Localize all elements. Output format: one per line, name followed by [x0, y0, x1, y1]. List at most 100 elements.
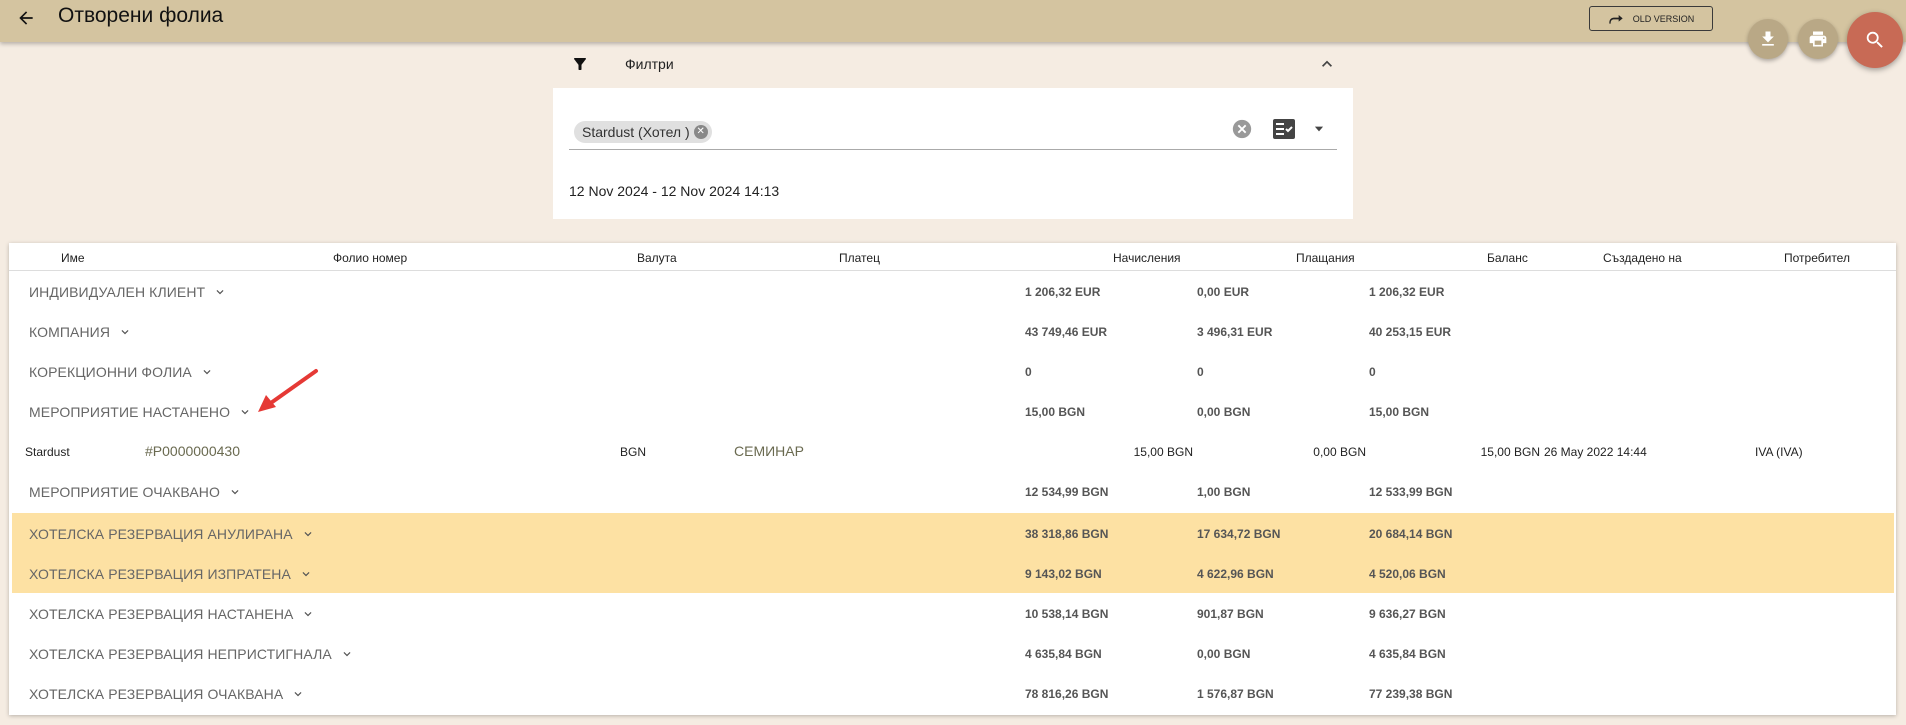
annotation-arrow-icon	[258, 369, 318, 412]
page-title: Отворени фолиа	[58, 4, 224, 27]
search-button[interactable]	[1847, 12, 1903, 68]
group-payments: 0,00 BGN	[1197, 647, 1251, 661]
group-charges: 4 635,84 BGN	[1025, 647, 1102, 661]
back-button[interactable]	[10, 2, 42, 34]
group-row-company[interactable]: КОМПАНИЯ 43 749,46 EUR 3 496,31 EUR 40 2…	[12, 311, 1894, 351]
group-label[interactable]: МЕРОПРИЯТИЕ ОЧАКВАНО	[29, 484, 242, 500]
column-header-folio-number[interactable]: Фолио номер	[333, 251, 407, 265]
group-balance: 4 520,06 BGN	[1369, 567, 1446, 581]
old-version-button[interactable]: OLD VERSION	[1589, 6, 1713, 31]
chevron-up-icon[interactable]	[1317, 54, 1337, 74]
group-payments: 3 496,31 EUR	[1197, 325, 1273, 339]
download-button[interactable]	[1748, 19, 1788, 59]
column-header-name[interactable]: Име	[61, 251, 85, 265]
old-version-label: OLD VERSION	[1632, 13, 1695, 24]
group-balance: 1 206,32 EUR	[1369, 285, 1445, 299]
group-row-event-expected[interactable]: МЕРОПРИЯТИЕ ОЧАКВАНО 12 534,99 BGN 1,00 …	[12, 471, 1894, 511]
filters-header[interactable]: Филтри	[553, 48, 1353, 80]
column-header-payer[interactable]: Платец	[839, 251, 880, 265]
group-payments: 1,00 BGN	[1197, 485, 1251, 499]
group-balance: 12 533,99 BGN	[1369, 485, 1453, 499]
filter-icon	[574, 58, 586, 70]
table-header: Име Фолио номер Валута Платец Начисления…	[9, 243, 1896, 271]
group-label[interactable]: МЕРОПРИЯТИЕ НАСТАНЕНО	[29, 404, 252, 420]
group-label[interactable]: КОРЕКЦИОННИ ФОЛИА	[29, 364, 214, 380]
column-header-payments[interactable]: Плащания	[1296, 251, 1355, 265]
chevron-down-icon	[216, 290, 224, 295]
folios-table: Име Фолио номер Валута Платец Начисления…	[9, 243, 1896, 715]
row-created-at: 26 May 2022 14:44	[1544, 445, 1647, 459]
group-charges: 78 816,26 BGN	[1025, 687, 1109, 701]
group-row-individual-client[interactable]: ИНДИВИДУАЛЕН КЛИЕНТ 1 206,32 EUR 0,00 EU…	[12, 271, 1894, 311]
column-header-created-at[interactable]: Създадено на	[1603, 251, 1682, 265]
folio-number-link[interactable]: #P0000000430	[145, 443, 240, 459]
group-label[interactable]: КОМПАНИЯ	[29, 324, 132, 340]
redo-arrow-icon	[1609, 14, 1623, 24]
group-balance: 15,00 BGN	[1369, 405, 1430, 419]
group-charges: 43 749,46 EUR	[1025, 325, 1108, 339]
group-balance: 40 253,15 EUR	[1369, 325, 1452, 339]
group-charges: 12 534,99 BGN	[1025, 485, 1109, 499]
group-balance: 77 239,38 BGN	[1369, 687, 1453, 701]
filter-panel: Stardust (Хотел ) ✕ 12 Nov 2024 - 12 Nov…	[553, 88, 1353, 219]
row-user: IVA (IVA)	[1755, 445, 1803, 459]
column-header-balance[interactable]: Баланс	[1487, 251, 1528, 265]
chevron-down-icon	[203, 370, 211, 375]
app-toolbar: Отворени фолиа OLD VERSION	[0, 0, 1906, 42]
group-payments: 4 622,96 BGN	[1197, 567, 1274, 581]
download-icon	[1762, 31, 1774, 46]
dropdown-arrow-icon[interactable]	[1312, 122, 1326, 136]
chevron-down-icon	[294, 692, 302, 697]
table-row[interactable]: Stardust #P0000000430 BGN СЕМИНАР 15,00 …	[12, 431, 1894, 471]
checklist-icon[interactable]	[1272, 118, 1296, 140]
group-label[interactable]: ИНДИВИДУАЛЕН КЛИЕНТ	[29, 284, 227, 300]
chevron-down-icon	[302, 572, 310, 577]
group-charges: 15,00 BGN	[1025, 405, 1086, 419]
row-payments: 0,00 BGN	[1313, 445, 1366, 459]
print-button[interactable]	[1798, 19, 1838, 59]
column-header-charges[interactable]: Начисления	[1113, 251, 1181, 265]
column-header-user[interactable]: Потребител	[1784, 251, 1850, 265]
chevron-down-icon	[121, 330, 129, 335]
group-balance: 4 635,84 BGN	[1369, 647, 1446, 661]
group-charges: 0	[1025, 365, 1032, 379]
group-payments: 901,87 BGN	[1197, 607, 1264, 621]
group-row-reservation-checked-in[interactable]: ХОТЕЛСКА РЕЗЕРВАЦИЯ НАСТАНЕНА 10 538,14 …	[12, 593, 1894, 633]
group-label[interactable]: ХОТЕЛСКА РЕЗЕРВАЦИЯ НАСТАНЕНА	[29, 606, 315, 622]
group-label[interactable]: ХОТЕЛСКА РЕЗЕРВАЦИЯ ИЗПРАТЕНА	[29, 566, 313, 582]
chevron-down-icon	[231, 490, 239, 495]
chip-remove-icon[interactable]: ✕	[693, 125, 708, 139]
hotel-chip-label: Stardust (Хотел )	[582, 124, 690, 140]
clear-icon[interactable]	[1231, 118, 1253, 140]
group-balance: 20 684,14 BGN	[1369, 527, 1453, 541]
group-label[interactable]: ХОТЕЛСКА РЕЗЕРВАЦИЯ ОЧАКВАНА	[29, 686, 305, 702]
group-payments: 0,00 BGN	[1197, 405, 1251, 419]
date-range: 12 Nov 2024 - 12 Nov 2024 14:13	[569, 183, 780, 199]
row-name: Stardust	[25, 445, 70, 459]
search-icon	[1866, 31, 1883, 48]
filters-label: Филтри	[625, 56, 674, 72]
chevron-down-icon	[343, 652, 351, 657]
arrow-back-icon	[19, 11, 33, 25]
payer-link[interactable]: СЕМИНАР	[734, 443, 804, 459]
group-row-reservation-sent[interactable]: ХОТЕЛСКА РЕЗЕРВАЦИЯ ИЗПРАТЕНА 9 143,02 B…	[12, 553, 1894, 593]
group-label[interactable]: ХОТЕЛСКА РЕЗЕРВАЦИЯ НЕПРИСТИГНАЛА	[29, 646, 354, 662]
hotel-chip[interactable]: Stardust (Хотел ) ✕	[574, 121, 712, 143]
group-charges: 10 538,14 BGN	[1025, 607, 1109, 621]
hotel-select-field[interactable]: Stardust (Хотел ) ✕	[569, 112, 1337, 150]
chevron-down-icon	[304, 532, 312, 537]
group-row-reservation-cancelled[interactable]: ХОТЕЛСКА РЕЗЕРВАЦИЯ АНУЛИРАНА 38 318,86 …	[12, 513, 1894, 553]
row-charges: 15,00 BGN	[1133, 445, 1193, 459]
group-payments: 17 634,72 BGN	[1197, 527, 1281, 541]
group-charges: 9 143,02 BGN	[1025, 567, 1102, 581]
column-header-currency[interactable]: Валута	[637, 251, 677, 265]
row-balance: 15,00 BGN	[1480, 445, 1540, 459]
print-icon	[1809, 31, 1827, 47]
group-payments: 0	[1197, 365, 1204, 379]
group-charges: 38 318,86 BGN	[1025, 527, 1109, 541]
group-label[interactable]: ХОТЕЛСКА РЕЗЕРВАЦИЯ АНУЛИРАНА	[29, 526, 315, 542]
group-row-reservation-expected[interactable]: ХОТЕЛСКА РЕЗЕРВАЦИЯ ОЧАКВАНА 78 816,26 B…	[12, 673, 1894, 713]
group-row-reservation-no-show[interactable]: ХОТЕЛСКА РЕЗЕРВАЦИЯ НЕПРИСТИГНАЛА 4 635,…	[12, 633, 1894, 673]
group-payments: 1 576,87 BGN	[1197, 687, 1274, 701]
group-charges: 1 206,32 EUR	[1025, 285, 1101, 299]
